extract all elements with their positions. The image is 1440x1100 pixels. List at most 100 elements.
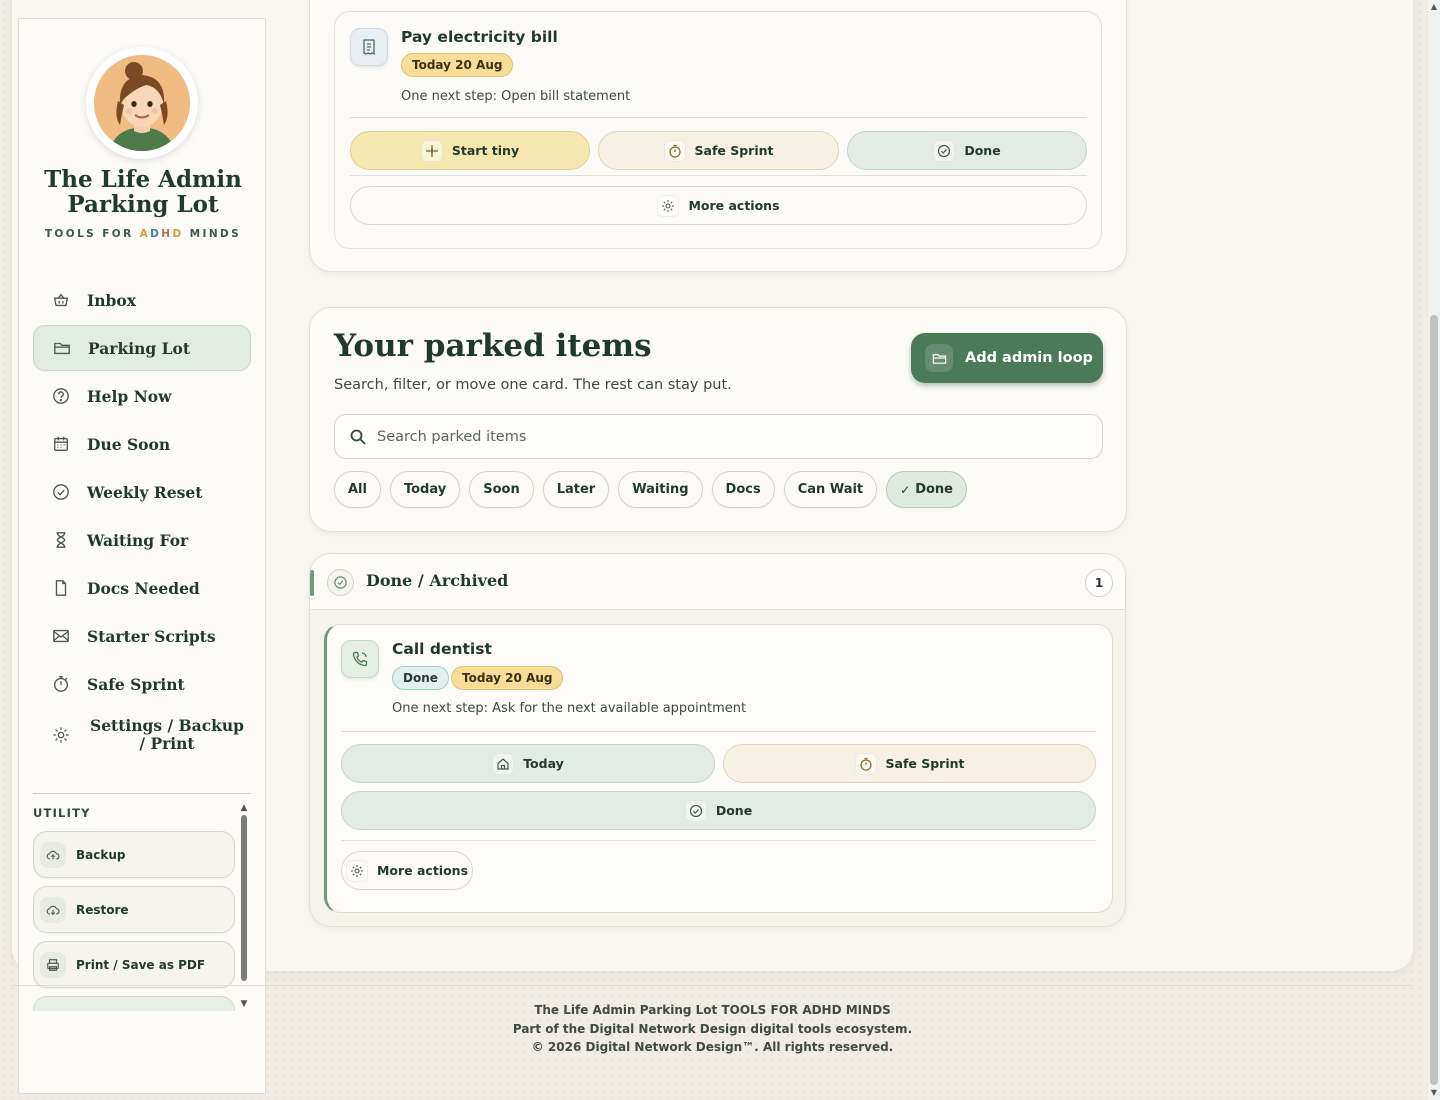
folder-icon — [925, 344, 953, 372]
utility-label: Print / Save as PDF — [76, 957, 206, 972]
sidebar-item-label: Waiting For — [87, 530, 189, 550]
receipt-icon — [350, 28, 388, 66]
brand-subtitle: TOOLS FOR ADHD MINDS — [44, 228, 242, 240]
footer-line-3: © 2026 Digital Network Design™. All righ… — [531, 1040, 894, 1054]
next-step: One next step: Open bill statement — [401, 89, 631, 104]
stopwatch-icon — [854, 752, 877, 775]
sidebar-item-label: Settings / Backup / Print — [90, 716, 244, 753]
basket-icon — [51, 290, 71, 310]
gear-icon — [657, 194, 680, 217]
utility-label: Backup — [76, 847, 126, 862]
done-button[interactable]: Done — [847, 131, 1087, 170]
filter-today[interactable]: Today — [389, 471, 461, 508]
sidebar-item-parking-lot[interactable]: Parking Lot — [33, 325, 251, 371]
filter-docs[interactable]: Docs — [711, 471, 775, 508]
sidebar-item-label: Inbox — [87, 290, 136, 310]
footer-line-1: The Life Admin Parking Lot TOOLS FOR ADH… — [534, 1003, 891, 1017]
document-icon — [51, 578, 71, 598]
utility-heading: UTILITY — [33, 806, 91, 820]
section-accent-bar — [310, 570, 314, 596]
sidebar-item-safe-sprint[interactable]: Safe Sprint — [33, 661, 251, 707]
filter-soon[interactable]: Soon — [469, 471, 534, 508]
sidebar-nav: Inbox Parking Lot Help Now Due Soon Week… — [33, 277, 251, 763]
search-box[interactable] — [334, 414, 1103, 459]
search-icon — [350, 429, 366, 445]
section-header[interactable]: Done / Archived 1 — [310, 554, 1125, 610]
filter-done[interactable]: ✓ Done — [886, 471, 967, 508]
page-scrollbar[interactable]: ▲ ▼ — [1428, 0, 1440, 1100]
divider — [341, 731, 1096, 732]
divider — [341, 840, 1096, 841]
print-button[interactable]: Print / Save as PDF — [33, 941, 235, 988]
gear-icon — [345, 859, 368, 882]
scroll-thumb[interactable] — [1430, 315, 1438, 1085]
sidebar-item-settings[interactable]: Settings / Backup / Print — [33, 709, 251, 761]
footer-line-2: Part of the Digital Network Design digit… — [512, 1021, 913, 1036]
printer-icon — [40, 951, 66, 978]
filter-chips: All Today Soon Later Waiting Docs Can Wa… — [334, 471, 976, 508]
filter-all[interactable]: All — [334, 471, 381, 508]
divider — [33, 793, 251, 794]
count-badge: 1 — [1085, 569, 1113, 597]
sidebar-item-help-now[interactable]: Help Now — [33, 373, 251, 419]
date-chip: Today 20 Aug — [451, 666, 564, 690]
filter-can-wait[interactable]: Can Wait — [783, 471, 878, 508]
sidebar-item-label: Parking Lot — [88, 338, 190, 358]
cloud-download-icon — [40, 896, 66, 923]
safe-sprint-button[interactable]: Safe Sprint — [723, 744, 1096, 783]
calendar-icon — [51, 434, 71, 454]
envelope-icon — [51, 626, 71, 646]
sidebar-item-waiting-for[interactable]: Waiting For — [33, 517, 251, 563]
sidebar-item-label: Starter Scripts — [87, 626, 216, 646]
sidebar-item-inbox[interactable]: Inbox — [33, 277, 251, 323]
task-title: Call dentist — [392, 640, 492, 658]
sidebar-item-label: Weekly Reset — [87, 482, 203, 502]
phone-icon — [341, 640, 379, 678]
sidebar-item-due-soon[interactable]: Due Soon — [33, 421, 251, 467]
safe-sprint-button[interactable]: Safe Sprint — [598, 131, 839, 170]
home-icon — [492, 752, 515, 775]
utility-scrollbar[interactable]: ▲ ▼ — [239, 803, 249, 1013]
task-title: Pay electricity bill — [401, 28, 558, 46]
done-button[interactable]: Done — [341, 791, 1096, 830]
sidebar-item-label: Help Now — [87, 386, 172, 406]
top-task-card: Pay electricity bill Today 20 Aug One ne… — [309, 0, 1127, 272]
next-step: One next step: Ask for the next availabl… — [392, 701, 747, 716]
restore-button[interactable]: Restore — [33, 886, 235, 933]
checkmark-icon: ✓ — [900, 482, 911, 497]
check-circle-icon — [684, 799, 707, 822]
sidebar-item-label: Safe Sprint — [87, 674, 185, 694]
divider — [350, 117, 1087, 118]
sidebar-item-starter-scripts[interactable]: Starter Scripts — [33, 613, 251, 659]
check-circle-icon — [51, 482, 71, 502]
section-title: Done / Archived — [366, 571, 509, 590]
sparkle-icon — [420, 139, 443, 162]
task-card: Call dentist Done Today 20 Aug One next … — [324, 624, 1113, 913]
today-button[interactable]: Today — [341, 744, 715, 783]
footer-divider — [12, 985, 1413, 986]
stopwatch-icon — [663, 139, 686, 162]
more-actions-button[interactable]: More actions — [341, 851, 473, 890]
check-circle-icon — [933, 139, 956, 162]
utility-label: Restore — [76, 902, 129, 917]
divider — [350, 175, 1087, 176]
scroll-thumb[interactable] — [241, 815, 247, 981]
parked-items-panel: Your parked items Search, filter, or mov… — [309, 307, 1127, 532]
sidebar-item-weekly-reset[interactable]: Weekly Reset — [33, 469, 251, 515]
scroll-down-icon[interactable]: ▼ — [1428, 1088, 1440, 1097]
more-actions-button[interactable]: More actions — [350, 186, 1087, 225]
filter-waiting[interactable]: Waiting — [618, 471, 703, 508]
scroll-up-icon[interactable]: ▲ — [1428, 2, 1440, 11]
sidebar-item-docs-needed[interactable]: Docs Needed — [33, 565, 251, 611]
help-circle-icon — [51, 386, 71, 406]
search-input[interactable] — [377, 428, 1077, 445]
filter-later[interactable]: Later — [542, 471, 610, 508]
status-badge: Done — [392, 666, 449, 690]
start-tiny-button[interactable]: Start tiny — [350, 131, 590, 170]
sidebar-item-label: Docs Needed — [87, 578, 200, 598]
backup-button[interactable]: Backup — [33, 831, 235, 878]
hourglass-icon — [51, 530, 71, 550]
sidebar: The Life Admin Parking Lot TOOLS FOR ADH… — [18, 18, 266, 1094]
scroll-up-icon[interactable]: ▲ — [239, 803, 249, 813]
add-admin-loop-button[interactable]: Add admin loop — [911, 333, 1103, 383]
